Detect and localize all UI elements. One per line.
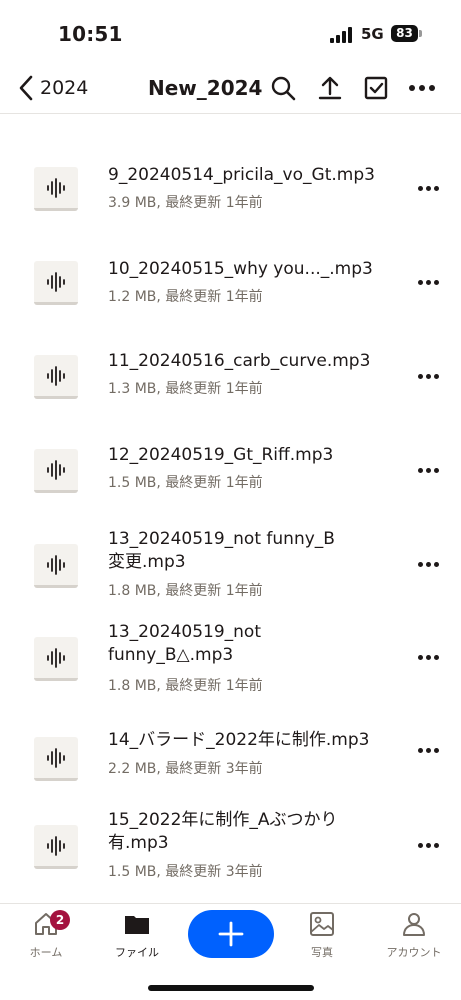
- search-icon: [271, 76, 296, 101]
- more-dot-icon: [425, 747, 431, 753]
- file-meta: 1.2 MB, 最終更新 1年前: [108, 289, 263, 305]
- more-dot-icon: [425, 279, 431, 285]
- file-name: 13_20240519_not funny_B△.mp3: [108, 622, 261, 665]
- file-row[interactable]: 13_20240519_not funny_B△.mp3 1.8 MB, 最終更…: [0, 621, 461, 721]
- file-more-button[interactable]: [412, 554, 444, 574]
- file-row[interactable]: 10_20240515_why you..._.mp3 1.2 MB, 最終更新…: [0, 250, 461, 344]
- page-title: New_2024: [148, 76, 263, 100]
- file-meta: 1.8 MB, 最終更新 1年前: [108, 583, 263, 599]
- more-dot-icon: [433, 747, 439, 753]
- tab-account-label: アカウント: [386, 946, 442, 959]
- tab-files[interactable]: ファイル: [101, 910, 173, 968]
- audio-file-icon: [34, 355, 78, 399]
- more-dot-icon: [417, 279, 423, 285]
- audio-file-icon: [34, 544, 78, 588]
- more-options-button[interactable]: [408, 74, 436, 102]
- tab-files-label: ファイル: [115, 946, 159, 959]
- battery-tip: [419, 30, 422, 37]
- plus-icon: [218, 921, 244, 947]
- file-name: 13_20240519_not funny_B 変更.mp3: [108, 529, 335, 572]
- file-row[interactable]: 9_20240514_pricila_vo_Gt.mp3 3.9 MB, 最終更…: [0, 156, 461, 250]
- more-dot-icon: [417, 654, 423, 660]
- file-row[interactable]: 14_バラード_2022年に制作.mp3 2.2 MB, 最終更新 3年前: [0, 726, 461, 820]
- tab-home-label: ホーム: [29, 946, 63, 959]
- file-meta: 1.8 MB, 最終更新 1年前: [108, 678, 263, 694]
- file-more-button[interactable]: [412, 366, 444, 386]
- more-dot-icon: [425, 654, 431, 660]
- file-more-button[interactable]: [412, 178, 444, 198]
- more-dot-icon: [433, 279, 439, 285]
- file-name: 11_20240516_carb_curve.mp3: [108, 351, 371, 371]
- more-dot-icon: [433, 654, 439, 660]
- back-button[interactable]: 2024: [18, 72, 88, 104]
- file-meta: 1.5 MB, 最終更新 3年前: [108, 864, 263, 880]
- audio-file-icon: [34, 737, 78, 781]
- file-meta: 1.5 MB, 最終更新 1年前: [108, 475, 263, 491]
- photo-icon: [310, 912, 334, 936]
- more-dot-icon: [425, 185, 431, 191]
- file-row[interactable]: 11_20240516_carb_curve.mp3 1.3 MB, 最終更新 …: [0, 344, 461, 438]
- more-dot-icon: [425, 561, 431, 567]
- chevron-left-icon: [19, 75, 33, 101]
- tab-account[interactable]: アカウント: [378, 910, 450, 968]
- file-row[interactable]: 12_20240519_Gt_Riff.mp3 1.5 MB, 最終更新 1年前: [0, 438, 461, 532]
- folder-icon: [125, 916, 149, 934]
- file-name: 14_バラード_2022年に制作.mp3: [108, 730, 370, 750]
- status-bar: 10:51 5G 83: [0, 0, 461, 62]
- file-name: 10_20240515_why you..._.mp3: [108, 259, 373, 279]
- more-dot-icon: [417, 747, 423, 753]
- more-dot-icon: [417, 185, 423, 191]
- home-indicator: [148, 985, 314, 991]
- file-more-button[interactable]: [412, 835, 444, 855]
- more-dot-icon: [417, 561, 423, 567]
- audio-file-icon: [34, 449, 78, 493]
- checkbox-icon: [364, 76, 388, 100]
- notification-badge: 2: [50, 910, 70, 930]
- status-time: 10:51: [58, 22, 123, 46]
- tab-photos-label: 写真: [311, 946, 333, 959]
- select-button[interactable]: [362, 74, 390, 102]
- search-button[interactable]: [269, 74, 297, 102]
- more-dot-icon: [433, 842, 439, 848]
- file-meta: 1.3 MB, 最終更新 1年前: [108, 381, 263, 397]
- file-name: 9_20240514_pricila_vo_Gt.mp3: [108, 165, 375, 185]
- more-dot-icon: [433, 373, 439, 379]
- more-dot-icon: [433, 185, 439, 191]
- more-dot-icon: [425, 842, 431, 848]
- back-label: 2024: [40, 77, 89, 99]
- battery-icon: 83: [391, 25, 418, 42]
- upload-button[interactable]: [316, 74, 344, 102]
- more-icon: [409, 85, 415, 91]
- file-more-button[interactable]: [412, 272, 444, 292]
- more-dot-icon: [433, 467, 439, 473]
- more-dot-icon: [425, 467, 431, 473]
- file-meta: 2.2 MB, 最終更新 3年前: [108, 761, 263, 777]
- file-more-button[interactable]: [412, 647, 444, 667]
- file-more-button[interactable]: [412, 740, 444, 760]
- network-label: 5G: [361, 25, 384, 43]
- audio-file-icon: [34, 261, 78, 305]
- upload-icon: [318, 76, 342, 100]
- file-row[interactable]: 13_20240519_not funny_B 変更.mp3 1.8 MB, 最…: [0, 526, 461, 626]
- header: 2024 New_2024: [0, 62, 461, 114]
- more-dot-icon: [417, 467, 423, 473]
- signal-icon: [330, 27, 354, 43]
- file-row[interactable]: 15_2022年に制作_Aぶつかり 有.mp3 1.5 MB, 最終更新 3年前: [0, 809, 461, 909]
- more-dot-icon: [433, 561, 439, 567]
- tab-home[interactable]: ホーム 2: [10, 910, 82, 968]
- file-more-button[interactable]: [412, 460, 444, 480]
- more-dot-icon: [417, 373, 423, 379]
- audio-file-icon: [34, 825, 78, 869]
- file-name: 12_20240519_Gt_Riff.mp3: [108, 445, 334, 465]
- audio-file-icon: [34, 637, 78, 681]
- more-dot-icon: [425, 373, 431, 379]
- add-button[interactable]: [188, 910, 274, 958]
- file-name: 15_2022年に制作_Aぶつかり 有.mp3: [108, 810, 338, 853]
- audio-file-icon: [34, 167, 78, 211]
- person-icon: [403, 913, 425, 936]
- tab-photos[interactable]: 写真: [286, 910, 358, 968]
- more-dot-icon: [417, 842, 423, 848]
- file-meta: 3.9 MB, 最終更新 1年前: [108, 195, 263, 211]
